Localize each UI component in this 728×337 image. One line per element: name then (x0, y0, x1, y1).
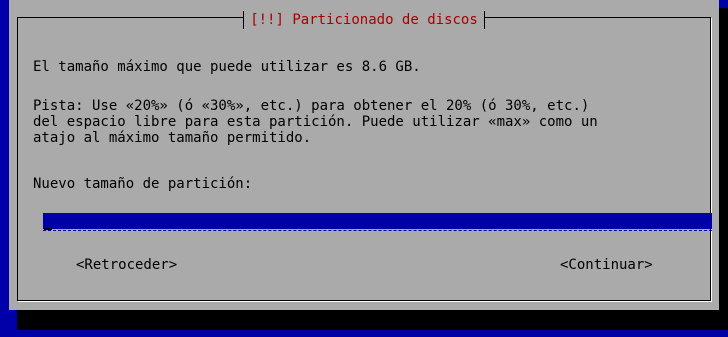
installer-screen: [!!] Particionado de discos El tamaño má… (0, 0, 728, 337)
partition-size-input[interactable] (43, 213, 712, 229)
dialog-title-row: [!!] Particionado de discos (9, 9, 719, 29)
continue-button[interactable]: <Continuar> (560, 257, 653, 273)
partition-size-dialog: [!!] Particionado de discos El tamaño má… (9, 0, 719, 310)
input-underline (43, 229, 712, 231)
partition-size-label: Nuevo tamaño de partición: (33, 176, 253, 192)
max-size-text: El tamaño máximo que puede utilizar es 8… (33, 59, 421, 75)
dialog-shadow-right (719, 8, 728, 310)
back-button[interactable]: <Retroceder> (76, 257, 177, 273)
text-cursor (44, 228, 52, 230)
dialog-shadow-bottom (17, 310, 728, 330)
hint-text: Pista: Use «20%» (ó «30%», etc.) para ob… (33, 98, 598, 146)
dialog-title: [!!] Particionado de discos (243, 11, 485, 29)
